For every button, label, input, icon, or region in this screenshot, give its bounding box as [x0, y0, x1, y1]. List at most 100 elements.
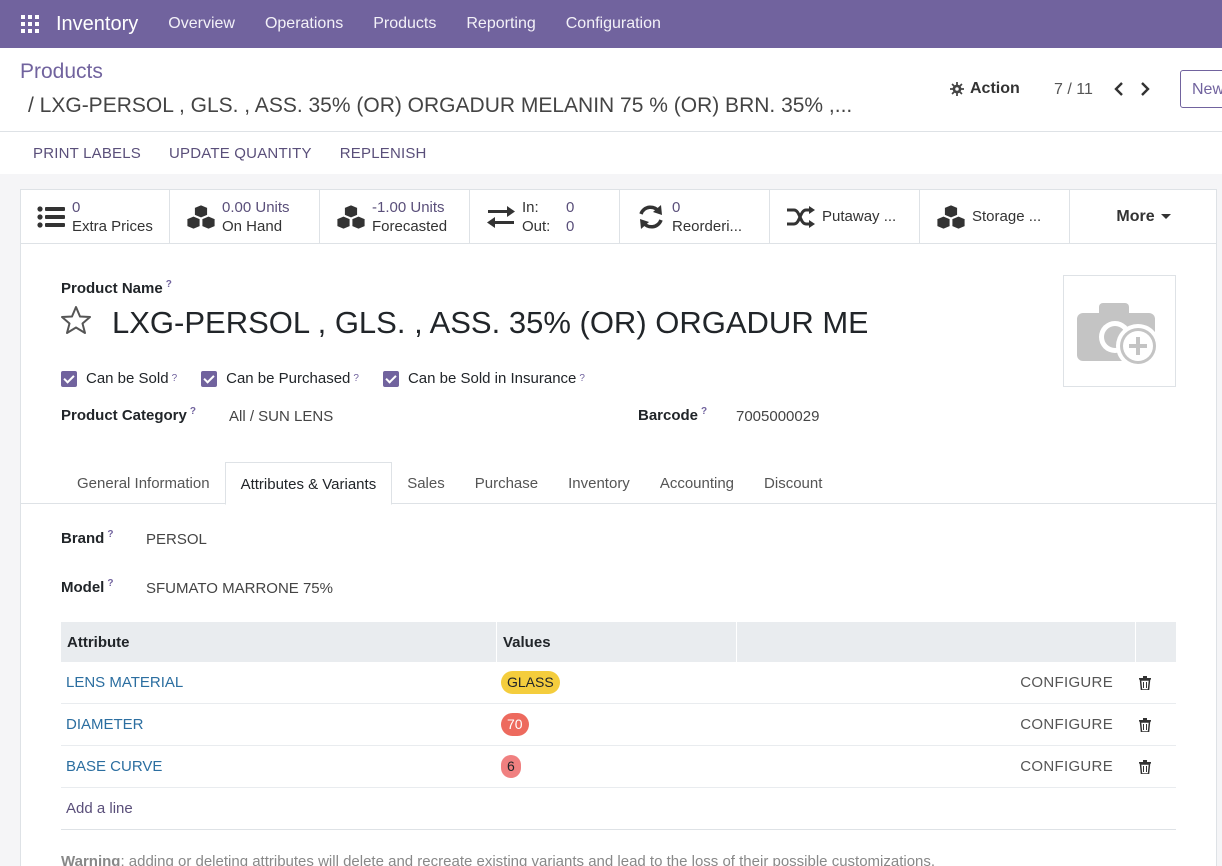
- help-icon[interactable]: ?: [107, 529, 113, 540]
- product-name-input[interactable]: LXG-PERSOL , GLS. , ASS. 35% (OR) ORGADU…: [112, 305, 867, 341]
- menu-overview[interactable]: Overview: [153, 15, 250, 33]
- product-category-label-text: Product Category: [61, 407, 187, 424]
- replenish-button[interactable]: REPLENISH: [326, 145, 441, 162]
- caret-down-icon: [1160, 214, 1171, 219]
- app-brand[interactable]: Inventory: [56, 13, 138, 36]
- column-values[interactable]: Values: [497, 622, 737, 662]
- product-category-label: Product Category?: [61, 406, 196, 424]
- model-field[interactable]: SFUMATO MARRONE 75%: [146, 580, 333, 597]
- help-icon[interactable]: ?: [579, 373, 585, 384]
- help-icon[interactable]: ?: [107, 578, 113, 589]
- action-button[interactable]: Action: [950, 80, 1020, 98]
- print-labels-button[interactable]: PRINT LABELS: [19, 145, 155, 162]
- update-quantity-button[interactable]: UPDATE QUANTITY: [155, 145, 326, 162]
- can-be-purchased-checkbox[interactable]: Can be Purchased?: [201, 370, 359, 387]
- model-label: Model?: [61, 578, 113, 596]
- tab-inventory[interactable]: Inventory: [553, 462, 645, 504]
- attributes-table: Attribute Values LENS MATERIAL GLASS CON…: [61, 622, 1176, 830]
- checkbox-checked-icon[interactable]: [201, 370, 218, 387]
- tab-discount[interactable]: Discount: [749, 462, 837, 504]
- putaway-button[interactable]: Putaway ...: [770, 189, 920, 244]
- menu-operations[interactable]: Operations: [250, 15, 358, 33]
- list-icon: [36, 204, 66, 230]
- cubes-icon: [936, 203, 966, 230]
- more-button[interactable]: More: [1070, 189, 1217, 244]
- help-icon[interactable]: ?: [172, 373, 178, 384]
- help-icon[interactable]: ?: [353, 373, 359, 384]
- table-row[interactable]: DIAMETER 70 CONFIGURE: [61, 704, 1176, 746]
- brand-field[interactable]: PERSOL: [146, 531, 207, 548]
- menu-configuration[interactable]: Configuration: [551, 15, 676, 33]
- new-button[interactable]: New: [1180, 70, 1222, 108]
- product-category-field[interactable]: All / SUN LENS: [229, 408, 333, 425]
- on-hand-value: 0.00 Units: [222, 198, 290, 216]
- notebook-tabs: General Information Attributes & Variant…: [21, 462, 1217, 505]
- chevron-right-icon[interactable]: [1138, 80, 1152, 98]
- configure-button[interactable]: CONFIGURE: [737, 674, 1125, 691]
- brand-label: Brand?: [61, 529, 113, 547]
- extra-prices-button[interactable]: 0 Extra Prices: [20, 189, 170, 244]
- help-icon[interactable]: ?: [166, 279, 172, 290]
- tab-sales[interactable]: Sales: [392, 462, 460, 504]
- table-row[interactable]: LENS MATERIAL GLASS CONFIGURE: [61, 662, 1176, 704]
- storage-button[interactable]: Storage ...: [920, 189, 1070, 244]
- apps-menu-icon[interactable]: [21, 15, 39, 33]
- can-be-sold-insurance-label: Can be Sold in Insurance: [407, 370, 577, 387]
- values-cell[interactable]: 70: [497, 713, 737, 736]
- can-be-sold-checkbox[interactable]: Can be Sold?: [61, 370, 177, 387]
- trash-icon[interactable]: [1125, 759, 1165, 774]
- checkbox-checked-icon[interactable]: [382, 370, 399, 387]
- menu-products[interactable]: Products: [358, 15, 451, 33]
- action-label: Action: [970, 80, 1020, 97]
- reordering-value: 0: [672, 198, 681, 216]
- tab-general-information[interactable]: General Information: [62, 462, 225, 504]
- reordering-label: Reorderi...: [672, 217, 743, 235]
- value-tag: 70: [501, 713, 529, 736]
- product-image-upload[interactable]: [1063, 275, 1176, 387]
- configure-button[interactable]: CONFIGURE: [737, 758, 1125, 775]
- attribute-cell[interactable]: LENS MATERIAL: [61, 674, 497, 691]
- on-hand-button[interactable]: 0.00 Units On Hand: [170, 189, 320, 244]
- column-attribute[interactable]: Attribute: [61, 622, 497, 662]
- can-be-sold-insurance-checkbox[interactable]: Can be Sold in Insurance?: [382, 370, 585, 387]
- star-icon[interactable]: [60, 305, 92, 337]
- extra-prices-label: Extra Prices: [72, 217, 153, 235]
- values-cell[interactable]: 6: [497, 755, 737, 778]
- warning-text: Warning: adding or deleting attributes w…: [61, 853, 935, 866]
- trash-icon[interactable]: [1125, 717, 1165, 732]
- table-row[interactable]: BASE CURVE 6 CONFIGURE: [61, 746, 1176, 788]
- smart-buttons: 0 Extra Prices 0.00 Units On Hand -1.00 Un…: [20, 189, 1217, 244]
- putaway-label: Putaway ...: [822, 208, 897, 225]
- add-a-line-link[interactable]: Add a line: [61, 788, 1176, 830]
- attribute-cell[interactable]: DIAMETER: [61, 716, 497, 733]
- in-value: 0: [566, 198, 575, 216]
- reordering-button[interactable]: 0 Reorderi...: [620, 189, 770, 244]
- attribute-cell[interactable]: BASE CURVE: [61, 758, 497, 775]
- menu-reporting[interactable]: Reporting: [451, 15, 550, 33]
- value-tag: GLASS: [501, 671, 560, 694]
- forecasted-button[interactable]: -1.00 Units Forecasted: [320, 189, 470, 244]
- tab-accounting[interactable]: Accounting: [645, 462, 749, 504]
- trash-icon[interactable]: [1125, 675, 1165, 690]
- cubes-icon: [336, 203, 366, 230]
- in-out-button[interactable]: In: 0 Out: 0: [470, 189, 620, 244]
- barcode-label: Barcode?: [638, 406, 707, 424]
- form-statusbar: PRINT LABELS UPDATE QUANTITY REPLENISH: [0, 132, 1222, 174]
- values-cell[interactable]: GLASS: [497, 671, 737, 694]
- breadcrumb-products[interactable]: Products: [20, 60, 103, 84]
- in-label: In:: [522, 198, 539, 216]
- value-tag: 6: [501, 755, 521, 778]
- on-hand-label: On Hand: [222, 217, 283, 235]
- brand-label-text: Brand: [61, 530, 105, 547]
- gear-icon: [950, 82, 964, 96]
- pager-value[interactable]: 7 / 11: [1054, 81, 1093, 99]
- chevron-left-icon[interactable]: [1112, 80, 1126, 98]
- barcode-field[interactable]: 7005000029: [736, 408, 819, 425]
- help-icon[interactable]: ?: [701, 406, 707, 417]
- checkbox-checked-icon[interactable]: [61, 370, 77, 387]
- help-icon[interactable]: ?: [190, 406, 196, 417]
- checkbox-group: Can be Sold? Can be Purchased? Can be So…: [61, 370, 609, 387]
- tab-purchase[interactable]: Purchase: [460, 462, 553, 504]
- tab-attributes-variants[interactable]: Attributes & Variants: [224, 462, 393, 505]
- configure-button[interactable]: CONFIGURE: [737, 716, 1125, 733]
